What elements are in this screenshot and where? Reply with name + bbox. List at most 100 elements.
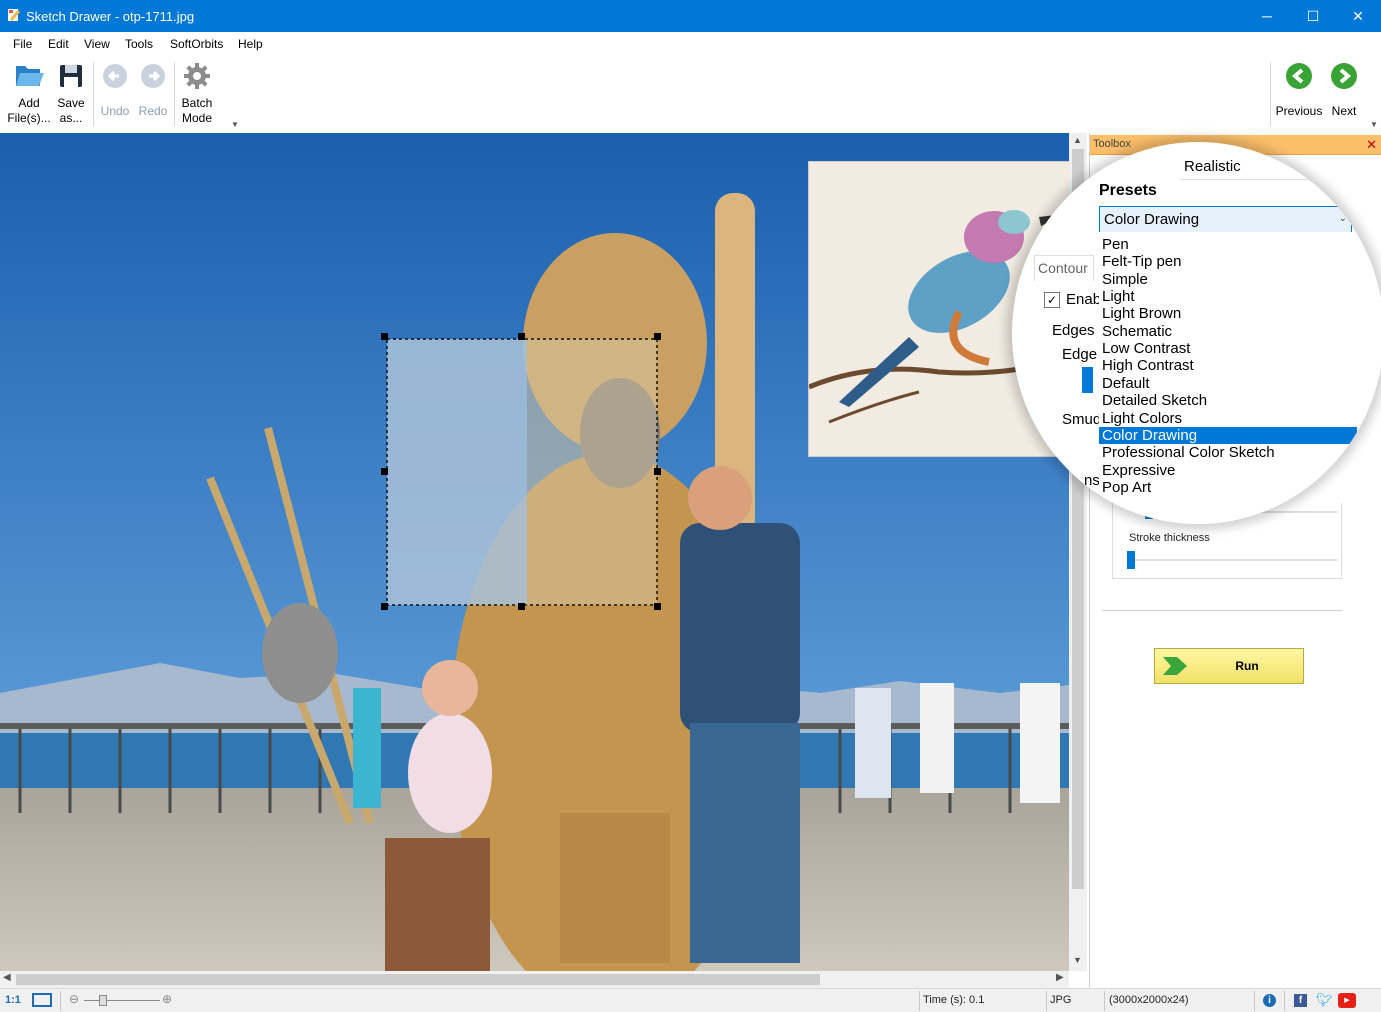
scroll-left-icon[interactable]: ◀ xyxy=(3,972,11,983)
presets-label: Presets xyxy=(1099,182,1157,199)
chevron-down-icon[interactable]: ⌄ xyxy=(1339,213,1347,224)
undo-button[interactable]: Undo xyxy=(97,62,133,119)
zoom-out-icon[interactable]: ⊖ xyxy=(69,992,79,1006)
title-bar: Sketch Drawer - otp-1711.jpg ─ ☐ ✕ xyxy=(0,0,1381,32)
next-button[interactable]: Next xyxy=(1328,62,1360,119)
preset-option[interactable]: Color Drawing xyxy=(1099,426,1357,444)
toolbar-separator xyxy=(93,62,94,126)
toolbar-overflow-icon[interactable]: ▼ xyxy=(1370,120,1378,129)
preset-option[interactable]: Light xyxy=(1102,288,1135,305)
preset-option[interactable]: Simple xyxy=(1102,271,1148,288)
save-as-label-1: Save xyxy=(57,96,85,110)
minimize-button[interactable]: ─ xyxy=(1244,0,1290,32)
previous-button[interactable]: Previous xyxy=(1274,62,1324,119)
magnifier-callout: Realistic ▼ Presets Color Drawing ⌄ Cont… xyxy=(1012,142,1381,524)
menu-help[interactable]: Help xyxy=(238,37,263,51)
toolbar: Add File(s)... Save as... Undo Redo Batc… xyxy=(0,56,1381,132)
preset-option[interactable]: Pop Art xyxy=(1102,479,1151,496)
presets-combo-value: Color Drawing xyxy=(1104,211,1200,228)
menu-file[interactable]: File xyxy=(13,37,32,51)
toolbar-separator xyxy=(1270,62,1271,126)
preset-option[interactable]: Pen xyxy=(1102,236,1129,253)
fit-window-icon[interactable] xyxy=(32,993,52,1007)
status-bar: 1:1 ⊖ ⊕ Time (s): 0.1 JPG (3000x2000x24)… xyxy=(0,988,1381,1012)
folder-open-icon xyxy=(16,66,44,86)
batch-mode-label-1: Batch xyxy=(181,96,213,110)
presets-combo[interactable]: Color Drawing ⌄ xyxy=(1099,206,1352,233)
redo-label: Redo xyxy=(138,104,168,118)
preset-option[interactable]: Professional Color Sketch xyxy=(1102,444,1275,461)
redo-arrow-icon xyxy=(141,64,165,88)
maximize-button[interactable]: ☐ xyxy=(1290,0,1336,32)
redo-button[interactable]: Redo xyxy=(135,62,171,119)
chevron-down-icon[interactable]: ▼ xyxy=(1328,172,1342,183)
preset-option[interactable]: Detailed Sketch xyxy=(1102,392,1207,409)
menu-edit[interactable]: Edit xyxy=(48,37,69,51)
stroke-thickness-slider[interactable] xyxy=(1127,551,1135,569)
menu-bar: File Edit View Tools SoftOrbits Help xyxy=(0,32,1381,56)
save-as-button[interactable]: Save as... xyxy=(52,62,90,126)
horizontal-scrollbar[interactable]: ◀ ▶ xyxy=(0,971,1069,988)
add-files-label-1: Add xyxy=(18,96,40,110)
edge-slider-thumb[interactable] xyxy=(1082,367,1093,393)
image-canvas[interactable] xyxy=(0,133,1069,971)
preset-option[interactable]: Light Colors xyxy=(1102,410,1182,427)
previous-arrow-icon xyxy=(1286,63,1312,89)
run-button[interactable]: Run xyxy=(1154,648,1304,684)
zoom-in-icon[interactable]: ⊕ xyxy=(162,992,172,1006)
run-label: Run xyxy=(1235,659,1259,673)
preset-option[interactable]: Expressive xyxy=(1102,462,1175,479)
undo-label: Undo xyxy=(100,104,130,118)
scroll-up-icon[interactable]: ▲ xyxy=(1073,135,1082,145)
add-files-label-2: File(s)... xyxy=(7,111,51,125)
status-divider xyxy=(1046,991,1047,1011)
tab-contour[interactable]: Contour xyxy=(1034,255,1094,281)
window-title: Sketch Drawer - otp-1711.jpg xyxy=(26,9,195,24)
smudge-label: Smud xyxy=(1062,411,1102,428)
scroll-down-icon[interactable]: ▼ xyxy=(1073,955,1082,965)
edge-label: Edge xyxy=(1062,346,1098,363)
toolbox-close-icon[interactable]: ✕ xyxy=(1366,137,1377,153)
youtube-icon[interactable]: ▶ xyxy=(1338,993,1356,1008)
style-combo[interactable]: Realistic ▼ xyxy=(1180,154,1344,183)
twitter-icon[interactable]: 🐦︎ xyxy=(1316,992,1333,1008)
info-icon[interactable]: i xyxy=(1263,994,1276,1007)
image-dimensions: (3000x2000x24) xyxy=(1109,994,1189,1006)
preset-option[interactable]: Schematic xyxy=(1102,323,1172,340)
style-combo-value: Realistic xyxy=(1184,158,1241,175)
edges-label: Edges xyxy=(1052,322,1095,339)
app-icon xyxy=(8,9,20,21)
preset-option[interactable]: Default xyxy=(1102,375,1150,392)
zoom-slider-thumb[interactable] xyxy=(99,995,107,1006)
preset-option[interactable]: Low Contrast xyxy=(1102,340,1190,357)
zoom-actual-size-button[interactable]: 1:1 xyxy=(5,994,21,1006)
toolbar-overflow-icon[interactable]: ▼ xyxy=(231,120,239,129)
next-arrow-icon xyxy=(1331,63,1357,89)
undo-arrow-icon xyxy=(103,64,127,88)
status-divider xyxy=(1104,991,1105,1011)
scroll-right-icon[interactable]: ▶ xyxy=(1056,972,1064,983)
menu-softorbits[interactable]: SoftOrbits xyxy=(170,37,223,51)
processing-time: Time (s): 0.1 xyxy=(923,994,985,1006)
enable-checkbox[interactable]: ✓ xyxy=(1044,292,1060,308)
stroke-thickness-label: Stroke thickness xyxy=(1129,532,1210,544)
preset-option[interactable]: Light Brown xyxy=(1102,305,1181,322)
stroke-thickness-track xyxy=(1129,559,1337,561)
status-divider xyxy=(60,991,61,1011)
toolbox-title: Toolbox xyxy=(1093,138,1131,150)
previous-label: Previous xyxy=(1275,104,1323,118)
gear-icon xyxy=(184,63,210,89)
preset-option[interactable]: Felt-Tip pen xyxy=(1102,253,1181,270)
facebook-icon[interactable]: f xyxy=(1294,994,1307,1007)
next-label: Next xyxy=(1331,104,1357,118)
horizontal-scroll-thumb[interactable] xyxy=(16,974,820,985)
preset-option[interactable]: High Contrast xyxy=(1102,357,1194,374)
menu-view[interactable]: View xyxy=(84,37,110,51)
partial-label: ns xyxy=(1084,472,1100,489)
menu-tools[interactable]: Tools xyxy=(125,37,153,51)
batch-mode-button[interactable]: Batch Mode xyxy=(177,62,217,126)
save-disk-icon xyxy=(60,65,82,87)
add-files-button[interactable]: Add File(s)... xyxy=(6,62,52,126)
toolbar-separator xyxy=(174,62,175,126)
close-button[interactable]: ✕ xyxy=(1335,0,1381,32)
